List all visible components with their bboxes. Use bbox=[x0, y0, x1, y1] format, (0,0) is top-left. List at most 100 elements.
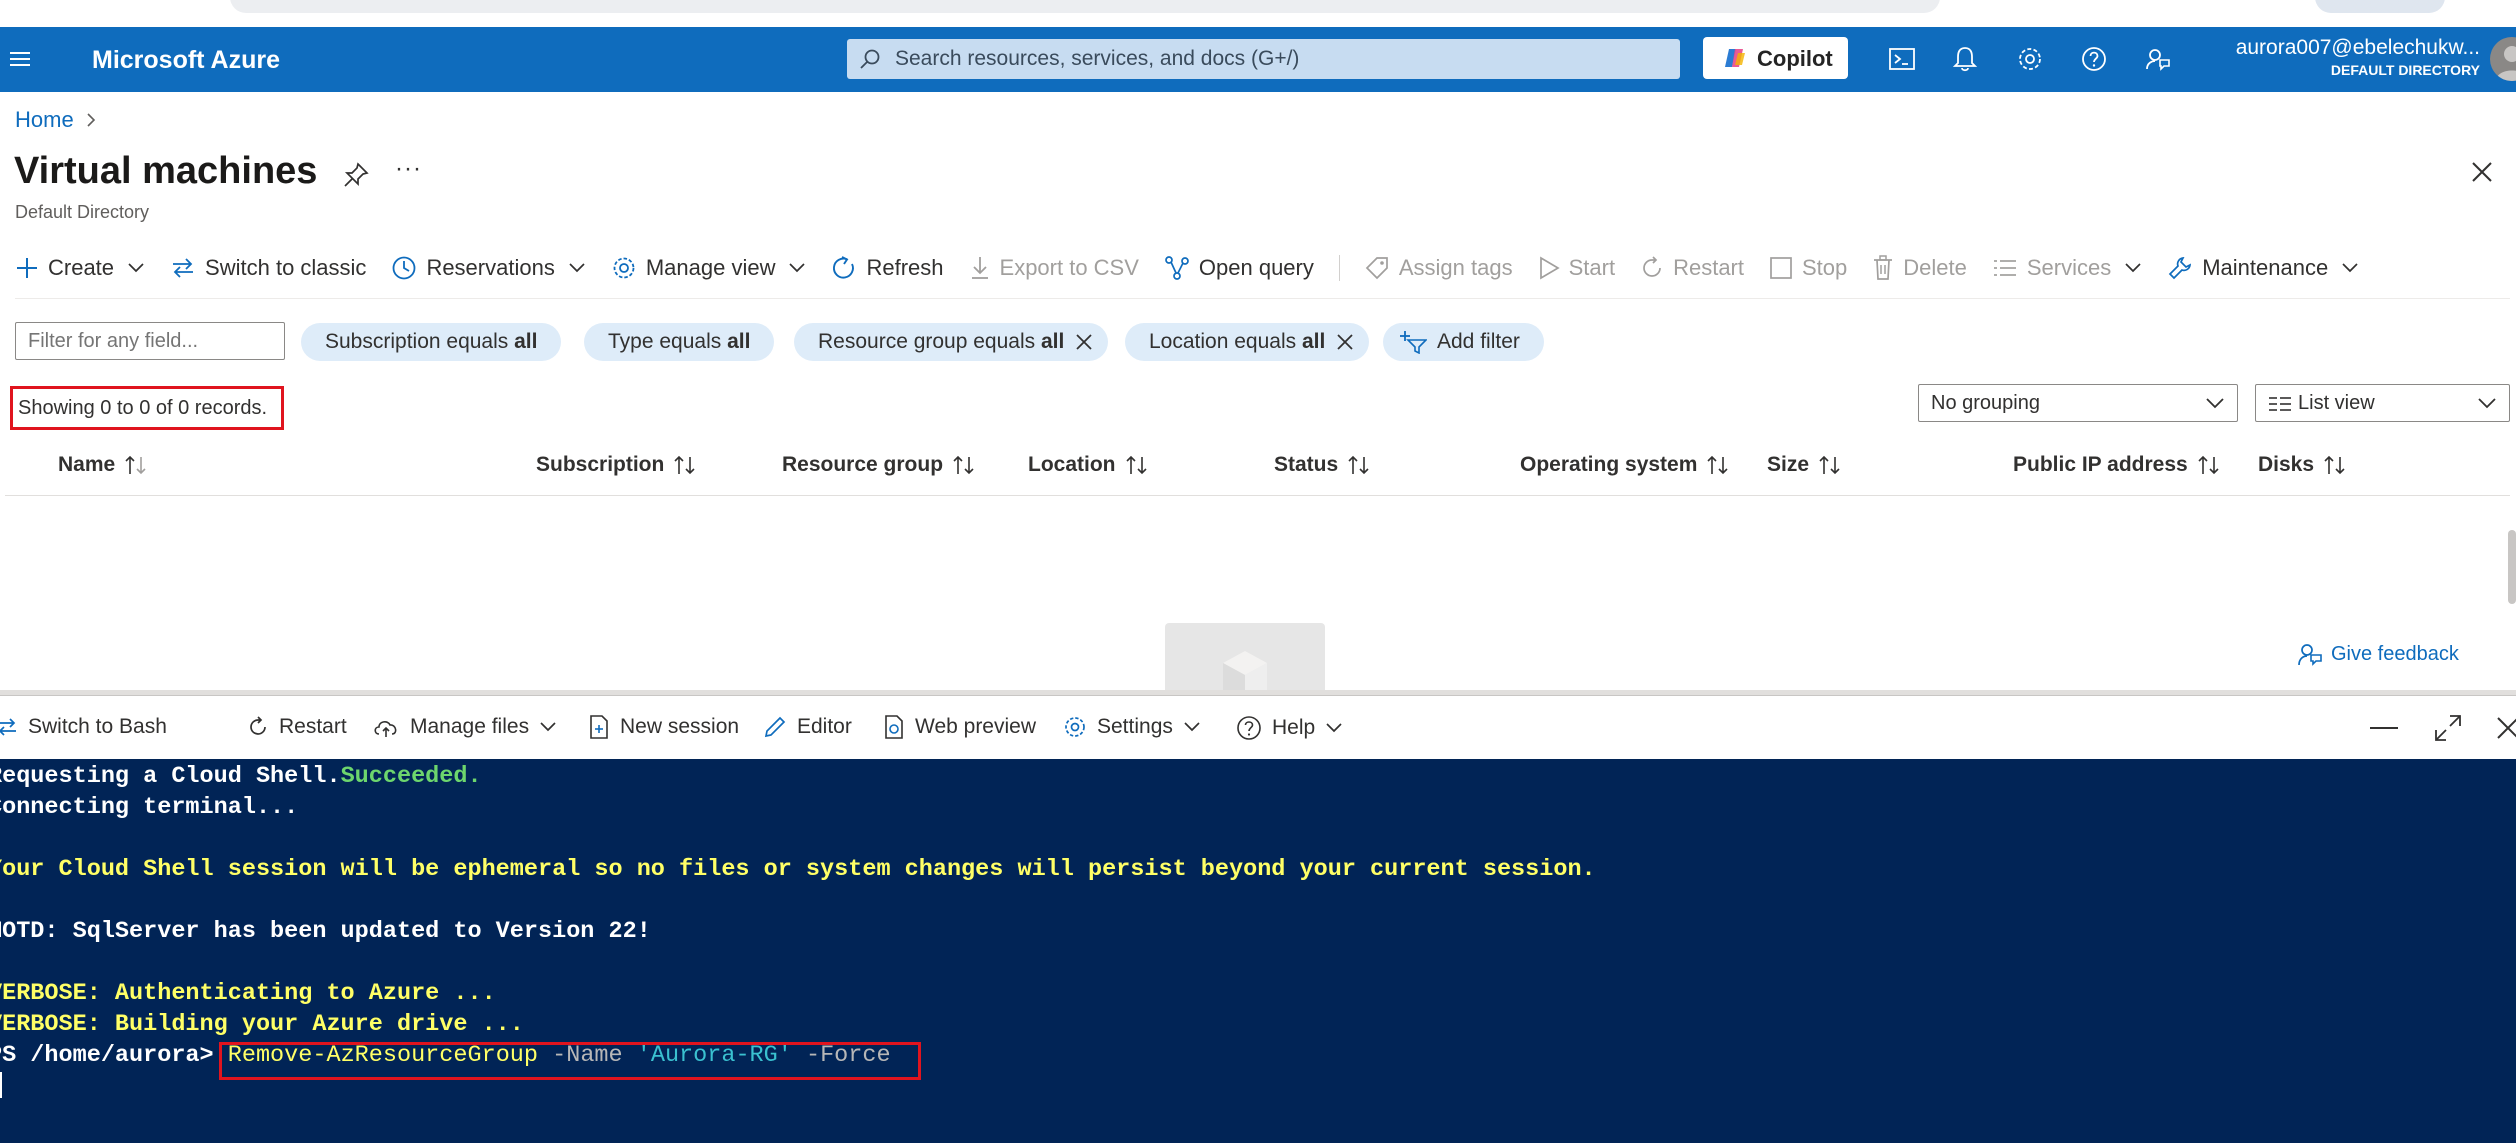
restart-button[interactable]: Restart bbox=[1640, 255, 1744, 281]
close-icon[interactable] bbox=[1074, 332, 1094, 352]
add-filter-icon bbox=[1400, 331, 1427, 354]
hamburger-menu-icon[interactable] bbox=[8, 45, 36, 73]
shell-restart-button[interactable]: Restart bbox=[247, 715, 347, 739]
close-icon[interactable] bbox=[2496, 715, 2516, 741]
cloud-shell-icon[interactable] bbox=[1887, 44, 1917, 74]
filter-pill-type[interactable]: Type equals all bbox=[584, 323, 775, 361]
chevron-down-icon bbox=[1184, 722, 1200, 732]
table-header-divider bbox=[5, 495, 2510, 496]
command-highlight-box bbox=[219, 1042, 921, 1080]
services-button[interactable]: Services bbox=[1992, 255, 2142, 281]
content-scrollbar[interactable] bbox=[2508, 530, 2516, 604]
filter-pill-location[interactable]: Location equals all bbox=[1125, 323, 1370, 361]
global-search-input[interactable]: Search resources, services, and docs (G+… bbox=[847, 39, 1680, 79]
add-filter-button[interactable]: Add filter bbox=[1383, 323, 1544, 361]
web-preview-icon bbox=[885, 715, 903, 739]
chevron-down-icon bbox=[128, 263, 144, 273]
terminal-text: Requesting a Cloud Shell. bbox=[0, 763, 341, 790]
column-header-operating-system[interactable]: Operating system bbox=[1520, 453, 1730, 477]
column-header-disks[interactable]: Disks bbox=[2258, 453, 2347, 477]
minimize-icon[interactable] bbox=[2370, 726, 2398, 730]
assign-tags-label: Assign tags bbox=[1398, 255, 1513, 280]
switch-to-classic-button[interactable]: Switch to classic bbox=[170, 255, 366, 281]
search-icon bbox=[860, 49, 880, 69]
upload-cloud-icon bbox=[374, 721, 397, 737]
editor-button[interactable]: Editor bbox=[763, 715, 852, 739]
column-header-subscription[interactable]: Subscription bbox=[536, 453, 697, 477]
new-session-button[interactable]: New session bbox=[588, 715, 739, 739]
maximize-icon[interactable] bbox=[2434, 714, 2462, 742]
trash-icon bbox=[1874, 255, 1893, 280]
switch-to-bash-button[interactable]: Switch to Bash bbox=[0, 715, 167, 739]
close-icon[interactable] bbox=[1335, 332, 1355, 352]
create-button[interactable]: Create bbox=[15, 255, 145, 281]
account-menu[interactable]: aurora007@ebelechukw... DEFAULT DIRECTOR… bbox=[2236, 36, 2480, 78]
give-feedback-link[interactable]: Give feedback bbox=[2297, 641, 2459, 667]
shell-settings-button[interactable]: Settings bbox=[1063, 715, 1201, 739]
shell-restart-label: Restart bbox=[279, 715, 347, 738]
query-graph-icon bbox=[1165, 256, 1189, 280]
filter-any-field-input[interactable] bbox=[15, 322, 285, 360]
browser-profile-button[interactable] bbox=[2315, 0, 2445, 13]
restart-icon bbox=[1643, 256, 1661, 277]
command-bar-divider bbox=[15, 298, 2510, 299]
feedback-icon bbox=[2298, 644, 2322, 666]
sort-icon bbox=[1348, 455, 1369, 475]
column-header-resource-group[interactable]: Resource group bbox=[782, 453, 976, 477]
copilot-button[interactable]: Copilot bbox=[1703, 37, 1848, 79]
column-header-status[interactable]: Status bbox=[1274, 453, 1371, 477]
export-csv-button[interactable]: Export to CSV bbox=[969, 255, 1139, 281]
reservations-button[interactable]: Reservations bbox=[391, 255, 585, 281]
new-document-icon bbox=[590, 715, 608, 739]
grouping-dropdown[interactable]: No grouping bbox=[1918, 384, 2238, 422]
filter-pill-resource-group[interactable]: Resource group equals all bbox=[794, 323, 1109, 361]
tag-icon bbox=[1365, 257, 1388, 280]
delete-button[interactable]: Delete bbox=[1872, 255, 1967, 281]
notifications-bell-icon[interactable] bbox=[1950, 44, 1980, 74]
column-header-size[interactable]: Size bbox=[1767, 453, 1842, 477]
web-preview-button[interactable]: Web preview bbox=[883, 715, 1036, 739]
help-question-icon[interactable] bbox=[2079, 44, 2109, 74]
browser-address-bar[interactable] bbox=[230, 0, 1940, 13]
cloud-shell-terminal[interactable]: Requesting a Cloud Shell.Succeeded. Conn… bbox=[0, 759, 2516, 1143]
settings-gear-icon[interactable] bbox=[2015, 44, 2045, 74]
sort-icon bbox=[953, 455, 974, 475]
chevron-down-icon bbox=[2478, 398, 2496, 409]
filter-subscription-label: Subscription equals bbox=[325, 330, 515, 353]
stop-button[interactable]: Stop bbox=[1769, 255, 1847, 281]
breadcrumb-home-link[interactable]: Home bbox=[15, 107, 74, 133]
start-label: Start bbox=[1568, 255, 1616, 280]
manage-view-button[interactable]: Manage view bbox=[611, 255, 807, 281]
column-header-label: Status bbox=[1274, 453, 1339, 476]
user-avatar-icon bbox=[2496, 46, 2516, 81]
portal-brand[interactable]: Microsoft Azure bbox=[92, 46, 280, 75]
restart-label: Restart bbox=[1673, 255, 1744, 280]
web-preview-label: Web preview bbox=[915, 715, 1036, 738]
start-button[interactable]: Start bbox=[1538, 255, 1615, 281]
more-options-button[interactable]: ··· bbox=[395, 155, 422, 183]
maintenance-button[interactable]: Maintenance bbox=[2167, 255, 2359, 281]
open-query-button[interactable]: Open query bbox=[1164, 255, 1314, 281]
refresh-button[interactable]: Refresh bbox=[831, 255, 944, 281]
view-mode-dropdown[interactable]: List view bbox=[2255, 384, 2510, 422]
assign-tags-button[interactable]: Assign tags bbox=[1364, 255, 1513, 281]
column-header-public-ip[interactable]: Public IP address bbox=[2013, 453, 2221, 477]
avatar[interactable] bbox=[2490, 37, 2516, 81]
column-header-location[interactable]: Location bbox=[1028, 453, 1149, 477]
pin-icon[interactable] bbox=[342, 161, 370, 189]
filter-resource-group-value: all bbox=[1040, 330, 1065, 353]
sort-icon bbox=[2198, 455, 2219, 475]
terminal-line: VERBOSE: Authenticating to Azure ... bbox=[0, 980, 496, 1007]
chevron-down-icon bbox=[2342, 263, 2358, 273]
shell-help-button[interactable]: Help bbox=[1236, 715, 1343, 741]
plus-icon bbox=[17, 258, 37, 278]
manage-files-button[interactable]: Manage files bbox=[372, 715, 557, 739]
sort-ascending-icon bbox=[125, 455, 146, 475]
account-directory: DEFAULT DIRECTORY bbox=[2330, 62, 2480, 78]
gear-icon bbox=[1065, 717, 1085, 737]
services-label: Services bbox=[2026, 255, 2112, 280]
filter-pill-subscription[interactable]: Subscription equals all bbox=[301, 323, 562, 361]
feedback-person-icon[interactable] bbox=[2143, 44, 2173, 74]
column-header-name[interactable]: Name bbox=[58, 453, 148, 477]
close-blade-icon[interactable] bbox=[2470, 160, 2494, 184]
